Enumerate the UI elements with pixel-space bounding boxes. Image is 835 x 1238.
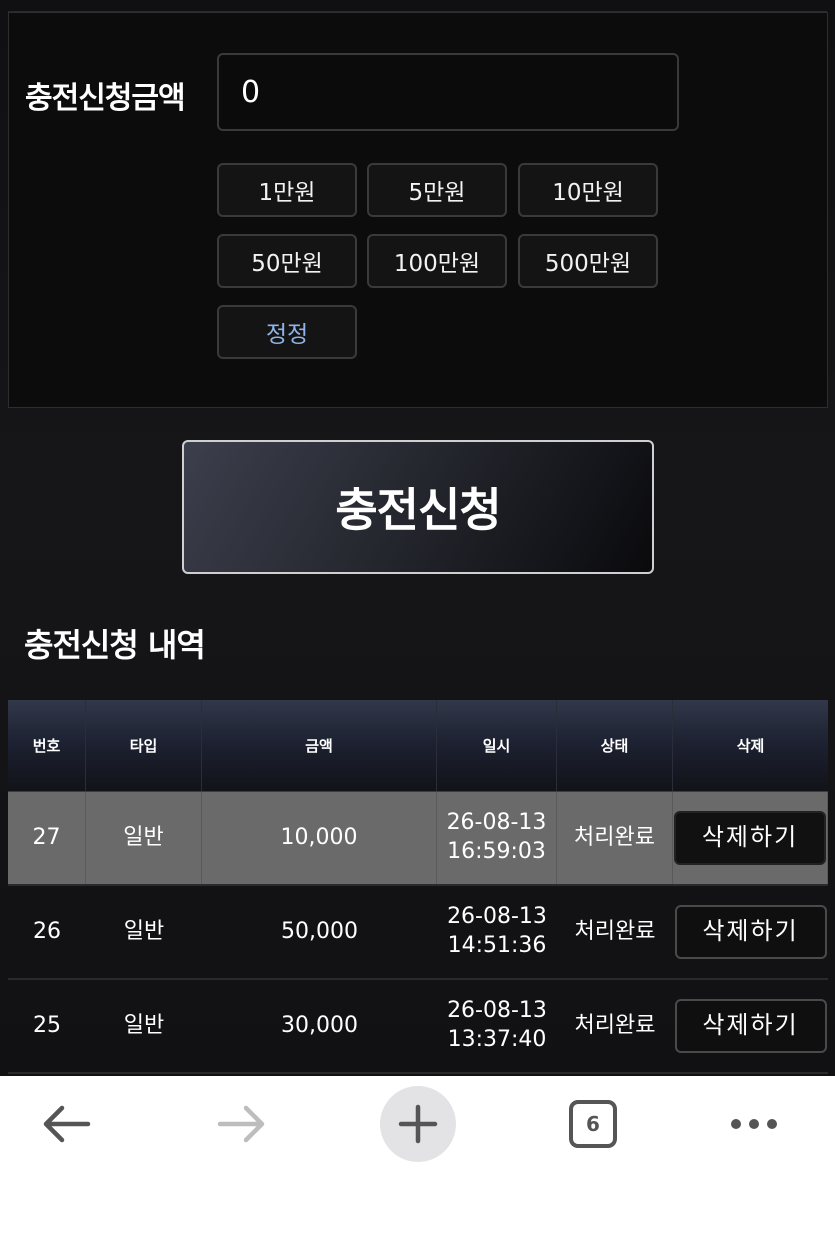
- table-row: 25 일반 30,000 26-08-13 13:37:40 처리완료 삭제하기: [8, 980, 828, 1074]
- menu-button[interactable]: [714, 1084, 794, 1164]
- charge-page: 충전신청금액 1만원 5만원 10만원 50만원 100만원 500만원 정정 …: [0, 0, 835, 1076]
- amount-label: 충전신청금액: [25, 81, 186, 116]
- reset-button[interactable]: 정정: [217, 305, 357, 359]
- row-datetime: 26-08-13 16:59:03: [437, 792, 557, 884]
- row-amount: 30,000: [281, 1012, 358, 1038]
- quick-amount-button-1[interactable]: 1만원: [217, 163, 357, 217]
- row-no: 27: [8, 792, 86, 884]
- new-tab-button[interactable]: [378, 1084, 458, 1164]
- row-type: 일반: [86, 792, 202, 884]
- top-divider: [8, 0, 827, 12]
- quick-amount-button-4[interactable]: 50만원: [217, 234, 357, 288]
- back-button[interactable]: [26, 1084, 106, 1164]
- row-time: 16:59:03: [447, 839, 546, 864]
- row-amount: 50,000: [281, 918, 358, 944]
- table-header: 번호 타입 금액 일시 상태 삭제: [8, 700, 828, 792]
- forward-button[interactable]: [202, 1084, 282, 1164]
- column-header-status: 상태: [557, 700, 673, 791]
- row-time: 14:51:36: [447, 933, 547, 958]
- delete-button[interactable]: 삭제하기: [674, 905, 827, 959]
- browser-bottom-bar: 6: [0, 1076, 835, 1238]
- history-table: 번호 타입 금액 일시 상태 삭제 27 일반 10,000 26-08-13 …: [8, 700, 828, 1074]
- table-row: 27 일반 10,000 26-08-13 16:59:03 처리완료 삭제하기: [8, 792, 828, 886]
- row-amount: 10,000: [202, 792, 437, 884]
- row-time: 13:37:40: [447, 1027, 547, 1052]
- history-title: 충전신청 내역: [24, 626, 206, 664]
- row-date: 26-08-13: [447, 904, 547, 930]
- quick-amount-button-6[interactable]: 500만원: [518, 234, 658, 288]
- plus-icon: [398, 1104, 438, 1144]
- row-date: 26-08-13: [447, 998, 547, 1024]
- new-tab-circle: [380, 1086, 456, 1162]
- column-header-no: 번호: [8, 700, 86, 791]
- quick-amount-button-5[interactable]: 100만원: [367, 234, 507, 288]
- row-status: 처리완료: [574, 1012, 656, 1038]
- tab-count-badge: 6: [569, 1100, 617, 1148]
- column-header-datetime: 일시: [437, 700, 557, 791]
- charge-form-panel: 충전신청금액 1만원 5만원 10만원 50만원 100만원 500만원 정정: [8, 12, 828, 408]
- row-datetime: 26-08-13 14:51:36: [437, 886, 557, 978]
- amount-input[interactable]: [217, 53, 679, 131]
- row-action-cell: 삭제하기: [673, 886, 828, 978]
- column-header-type: 타입: [86, 700, 202, 791]
- row-datetime: 26-08-13 13:37:40: [437, 980, 557, 1072]
- charge-submit-button[interactable]: 충전신청: [182, 440, 654, 574]
- delete-button[interactable]: 삭제하기: [674, 999, 827, 1053]
- row-status: 처리완료: [574, 918, 656, 944]
- delete-button[interactable]: 삭제하기: [674, 811, 826, 865]
- arrow-right-icon: [217, 1105, 265, 1143]
- row-type: 일반: [123, 1012, 165, 1038]
- arrow-left-icon: [43, 1105, 91, 1143]
- column-header-delete: 삭제: [736, 737, 765, 755]
- row-no: 26: [33, 918, 61, 944]
- tab-switcher-button[interactable]: 6: [553, 1084, 633, 1164]
- row-action-cell: 삭제하기: [673, 792, 828, 884]
- row-type: 일반: [123, 918, 165, 944]
- column-header-amount: 금액: [202, 700, 437, 791]
- more-horizontal-icon: [731, 1119, 777, 1129]
- row-no: 25: [33, 1012, 61, 1038]
- quick-amount-button-2[interactable]: 5만원: [367, 163, 507, 217]
- row-status: 처리완료: [557, 792, 673, 884]
- row-date: 26-08-13: [446, 810, 547, 836]
- row-action-cell: 삭제하기: [673, 980, 828, 1072]
- table-row: 26 일반 50,000 26-08-13 14:51:36 처리완료 삭제하기: [8, 886, 828, 980]
- quick-amount-button-3[interactable]: 10만원: [518, 163, 658, 217]
